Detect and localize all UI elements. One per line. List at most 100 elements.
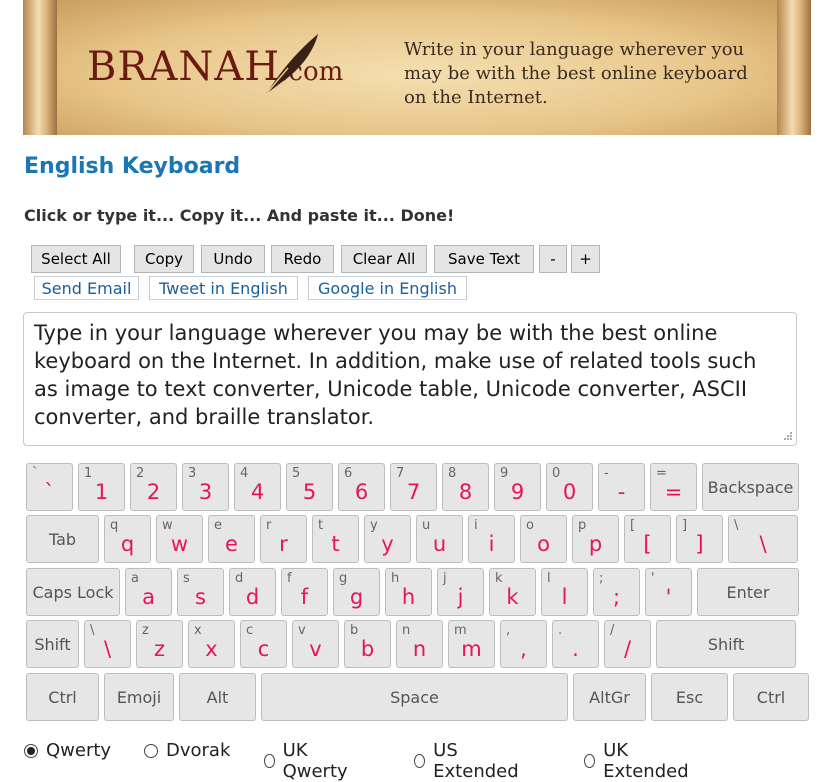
- key-char[interactable]: ee: [208, 515, 255, 563]
- key-char-legend: 6: [354, 480, 369, 504]
- key-char[interactable]: ` `: [26, 463, 73, 511]
- key-char[interactable]: dd: [229, 568, 276, 616]
- key-char[interactable]: ll: [541, 568, 588, 616]
- key-char[interactable]: hh: [385, 568, 432, 616]
- key-char-legend: k: [506, 585, 519, 609]
- key-char[interactable]: --: [598, 463, 645, 511]
- key-char[interactable]: 77: [390, 463, 437, 511]
- layout-option[interactable]: UK Extended: [584, 740, 692, 782]
- key-char[interactable]: zz: [136, 620, 183, 668]
- key-label: Shift: [707, 634, 745, 654]
- radio-button[interactable]: [264, 754, 275, 768]
- key-enter[interactable]: Enter: [697, 568, 799, 616]
- key-char[interactable]: pp: [572, 515, 619, 563]
- key-tab[interactable]: Tab: [26, 515, 99, 563]
- key-char[interactable]: uu: [416, 515, 463, 563]
- key-shift[interactable]: Shift: [26, 620, 79, 668]
- key-char-legend: =: [664, 480, 683, 504]
- key-char[interactable]: 22: [130, 463, 177, 511]
- send-email-button[interactable]: Send Email: [34, 276, 139, 300]
- key-char[interactable]: ..: [552, 620, 599, 668]
- key-label: Ctrl: [48, 687, 77, 707]
- key-char[interactable]: rr: [260, 515, 307, 563]
- key-char[interactable]: jj: [437, 568, 484, 616]
- layout-option[interactable]: Dvorak: [144, 740, 230, 761]
- key-char[interactable]: \ \: [728, 515, 798, 563]
- key-char[interactable]: 00: [546, 463, 593, 511]
- key-alt[interactable]: Alt: [179, 673, 256, 721]
- key-char[interactable]: ' ': [645, 568, 692, 616]
- key-char-legend: m: [461, 637, 482, 661]
- layout-option[interactable]: US Extended: [414, 740, 522, 782]
- key-char[interactable]: = =: [650, 463, 697, 511]
- key-char[interactable]: 88: [442, 463, 489, 511]
- text-editor[interactable]: Type in your language wherever you may b…: [23, 312, 797, 446]
- key-char[interactable]: ;;: [593, 568, 640, 616]
- key-esc[interactable]: Esc: [651, 673, 728, 721]
- key-char[interactable]: ff: [281, 568, 328, 616]
- key-char[interactable]: vv: [292, 620, 339, 668]
- key-char-legend: f: [300, 585, 309, 609]
- key-char-legend: e: [225, 532, 238, 556]
- key-shift-legend: m: [454, 623, 467, 638]
- key-char-legend: ]: [695, 532, 704, 556]
- key-char[interactable]: 66: [338, 463, 385, 511]
- key-char[interactable]: xx: [188, 620, 235, 668]
- radio-button[interactable]: [144, 743, 158, 758]
- key-char-legend: a: [142, 585, 155, 609]
- key-char[interactable]: ii: [468, 515, 515, 563]
- clear-all-button[interactable]: Clear All: [341, 245, 427, 273]
- key-char[interactable]: yy: [364, 515, 411, 563]
- undo-button[interactable]: Undo: [201, 245, 265, 273]
- key-char[interactable]: bb: [344, 620, 391, 668]
- key-char[interactable]: gg: [333, 568, 380, 616]
- key-char[interactable]: ,,: [500, 620, 547, 668]
- select-all-button[interactable]: Select All: [31, 245, 121, 273]
- key-emoji[interactable]: Emoji: [104, 673, 174, 721]
- key-char[interactable]: 44: [234, 463, 281, 511]
- key-char[interactable]: nn: [396, 620, 443, 668]
- key-char[interactable]: tt: [312, 515, 359, 563]
- key-char[interactable]: oo: [520, 515, 567, 563]
- layout-option-label: Dvorak: [166, 740, 231, 761]
- key-char[interactable]: 11: [78, 463, 125, 511]
- radio-button[interactable]: [584, 754, 596, 768]
- key-char[interactable]: qq: [104, 515, 151, 563]
- key-altgr[interactable]: AltGr: [573, 673, 646, 721]
- key-char[interactable]: mm: [448, 620, 495, 668]
- save-text-button[interactable]: Save Text: [434, 245, 534, 273]
- key-char[interactable]: \ \: [84, 620, 131, 668]
- key-char[interactable]: aa: [125, 568, 172, 616]
- page-title: English Keyboard: [24, 154, 241, 179]
- key-char-legend: v: [309, 637, 322, 661]
- layout-option-label: Qwerty: [46, 740, 112, 761]
- layout-option[interactable]: Qwerty: [24, 740, 111, 761]
- radio-button[interactable]: [24, 743, 38, 758]
- key-space[interactable]: Space: [261, 673, 568, 721]
- layout-option[interactable]: UK Qwerty: [264, 740, 351, 782]
- key-char[interactable]: / /: [604, 620, 651, 668]
- radio-button[interactable]: [414, 754, 426, 768]
- resize-grip-icon[interactable]: [781, 431, 793, 443]
- key-backspace[interactable]: Backspace: [702, 463, 799, 511]
- copy-button[interactable]: Copy: [134, 245, 194, 273]
- key-char[interactable]: 99: [494, 463, 541, 511]
- key-char[interactable]: kk: [489, 568, 536, 616]
- key-shift[interactable]: Shift: [656, 620, 796, 668]
- google-search-button[interactable]: Google in English: [308, 276, 467, 300]
- font-larger-button[interactable]: +: [571, 245, 600, 273]
- key-caps-lock[interactable]: Caps Lock: [26, 568, 120, 616]
- redo-button[interactable]: Redo: [271, 245, 334, 273]
- key-char[interactable]: ww: [156, 515, 203, 563]
- key-shift-legend: 9: [500, 466, 509, 481]
- tweet-button[interactable]: Tweet in English: [149, 276, 298, 300]
- key-ctrl[interactable]: Ctrl: [733, 673, 809, 721]
- key-char[interactable]: cc: [240, 620, 287, 668]
- key-char[interactable]: ss: [177, 568, 224, 616]
- key-ctrl[interactable]: Ctrl: [26, 673, 99, 721]
- key-char[interactable]: ]]: [676, 515, 723, 563]
- key-char[interactable]: [[: [624, 515, 671, 563]
- font-smaller-button[interactable]: -: [539, 245, 567, 273]
- key-char[interactable]: 55: [286, 463, 333, 511]
- key-char[interactable]: 33: [182, 463, 229, 511]
